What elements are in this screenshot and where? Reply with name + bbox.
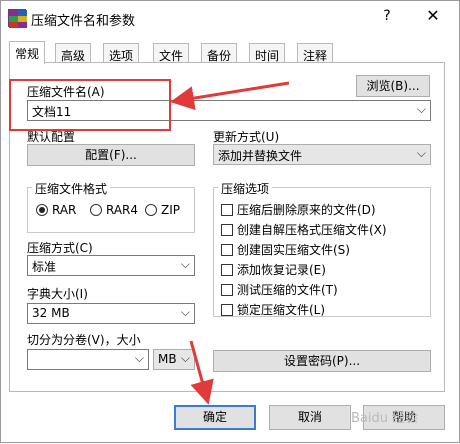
help-icon[interactable]: ? (379, 8, 395, 24)
checkbox-icon (221, 243, 233, 256)
update-mode-value: 添加并替换文件 (218, 149, 303, 163)
archive-format-title: 压缩文件格式 (32, 180, 111, 197)
dialog-window: 压缩文件名和参数 ? ✕ 常规 高级 选项 文件 备份 时间 注释 压缩文件名(… (0, 0, 460, 443)
radio-empty-icon (145, 204, 157, 216)
option-solid-label: 创建固实压缩文件(S) (237, 243, 350, 257)
split-volumes-field[interactable]: ⌵ (27, 349, 149, 370)
set-password-button[interactable]: 设置密码(P)... (213, 350, 431, 372)
option-recovery-record-label: 添加恢复记录(E) (237, 263, 326, 277)
ok-button[interactable]: 确定 (174, 405, 256, 430)
format-rar4-label: RAR4 (106, 203, 139, 217)
option-test-files-label: 测试压缩的文件(T) (237, 283, 338, 297)
checkbox-icon (221, 263, 233, 276)
tab-backup[interactable]: 备份 (201, 43, 238, 63)
watermark: Baidu 经验 (351, 411, 419, 426)
checkbox-icon (221, 203, 233, 216)
split-unit-select[interactable]: MB ⌵ (153, 349, 195, 370)
chevron-down-icon: ⌵ (180, 257, 190, 271)
compression-method-label: 压缩方式(C) (27, 241, 93, 255)
title-bar: 压缩文件名和参数 ? ✕ (1, 1, 459, 35)
option-solid[interactable]: 创建固实压缩文件(S) (221, 241, 350, 258)
dictionary-size-value: 32 MB (32, 306, 70, 320)
dictionary-size-select[interactable]: 32 MB ⌵ (27, 303, 195, 324)
winrar-app-icon (8, 9, 27, 28)
chevron-down-icon: ⌵ (180, 351, 190, 365)
option-lock[interactable]: 锁定压缩文件(L) (221, 301, 325, 318)
split-unit-value: MB (158, 352, 177, 366)
tab-advanced[interactable]: 高级 (55, 43, 92, 63)
tab-files[interactable]: 文件 (153, 43, 190, 63)
checkbox-icon (221, 283, 233, 296)
cancel-button[interactable]: 取消 (269, 405, 351, 430)
chevron-down-icon: ⌵ (180, 305, 190, 319)
chevron-down-icon: ⌵ (416, 146, 426, 160)
checkbox-icon (221, 303, 233, 316)
option-lock-label: 锁定压缩文件(L) (237, 303, 326, 317)
tab-time[interactable]: 时间 (249, 43, 286, 63)
option-delete-after[interactable]: 压缩后删除原来的文件(D) (221, 201, 376, 218)
compression-method-value: 标准 (32, 260, 57, 274)
option-recovery-record[interactable]: 添加恢复记录(E) (221, 261, 326, 278)
chevron-down-icon: ⌵ (134, 351, 144, 365)
radio-selected-icon (36, 204, 48, 216)
checkbox-icon (221, 223, 233, 236)
window-title: 压缩文件名和参数 (31, 14, 136, 29)
close-icon[interactable]: ✕ (423, 6, 443, 25)
dictionary-size-label: 字典大小(I) (27, 287, 88, 301)
format-rar-radio[interactable]: RAR (36, 203, 76, 217)
update-mode-label: 更新方式(U) (213, 130, 280, 144)
update-mode-select[interactable]: 添加并替换文件 ⌵ (213, 144, 431, 165)
tab-comment[interactable]: 注释 (297, 43, 334, 63)
browse-button[interactable]: 浏览(B)... (356, 75, 430, 97)
split-volumes-label: 切分为分卷(V)，大小 (27, 333, 141, 347)
tab-options[interactable]: 选项 (103, 43, 140, 63)
chevron-down-icon[interactable]: ⌵ (417, 102, 426, 117)
option-test-files[interactable]: 测试压缩的文件(T) (221, 281, 338, 298)
format-rar4-radio[interactable]: RAR4 (90, 203, 138, 217)
option-sfx[interactable]: 创建自解压格式压缩文件(X) (221, 221, 387, 238)
compression-method-select[interactable]: 标准 ⌵ (27, 255, 195, 276)
format-rar-label: RAR (52, 203, 77, 217)
profiles-button[interactable]: 配置(F)... (27, 144, 195, 166)
option-sfx-label: 创建自解压格式压缩文件(X) (237, 223, 387, 237)
archiving-options-title: 压缩选项 (218, 180, 273, 197)
annotation-highlight-box (9, 79, 171, 131)
format-zip-radio[interactable]: ZIP (145, 203, 180, 217)
option-delete-after-label: 压缩后删除原来的文件(D) (237, 203, 376, 217)
radio-empty-icon (90, 204, 102, 216)
format-zip-label: ZIP (161, 203, 180, 217)
tab-general[interactable]: 常规 (9, 41, 46, 64)
